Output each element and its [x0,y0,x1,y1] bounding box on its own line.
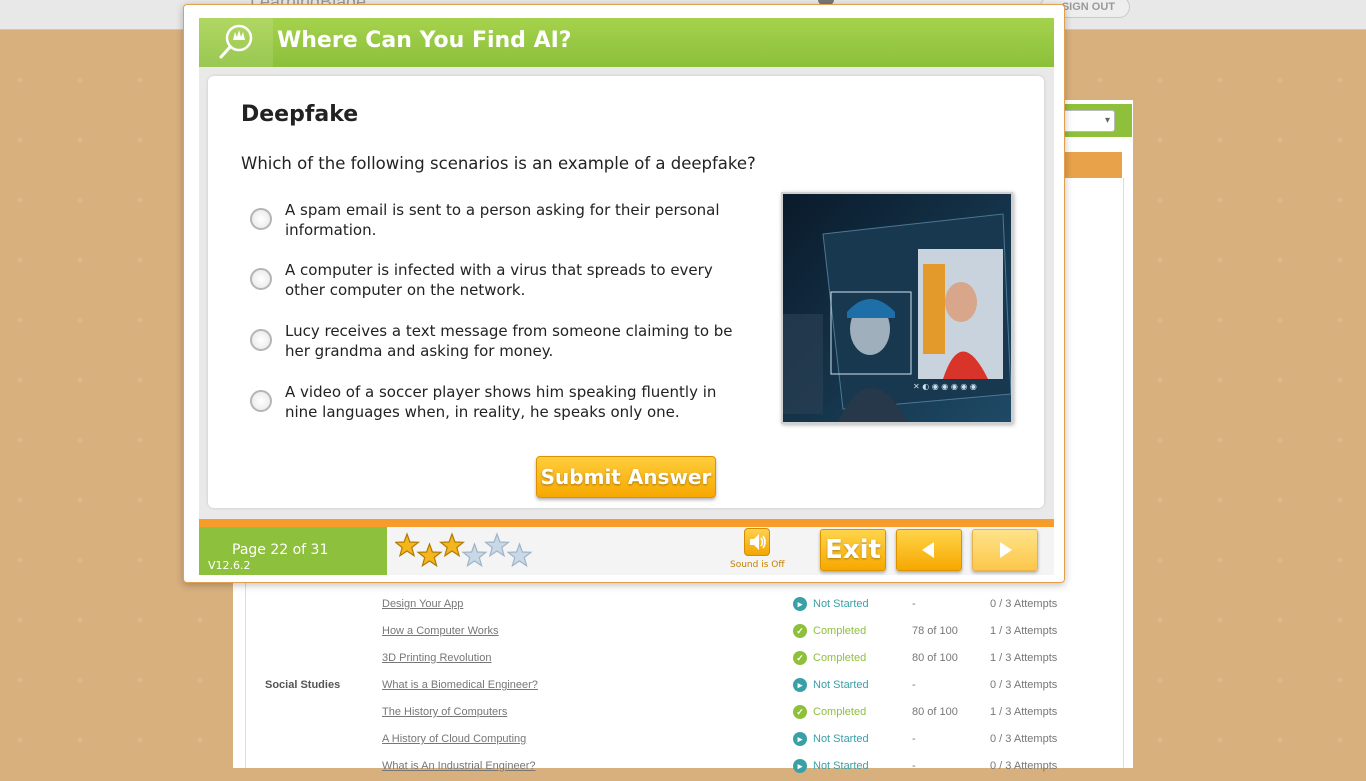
score-label: 78 of 100 [912,625,958,637]
course-link[interactable]: 3D Printing Revolution [382,652,491,664]
course-link[interactable]: How a Computer Works [382,625,499,637]
arrow-left-icon [922,542,934,558]
status-label: Not Started [813,598,869,610]
star-empty-icon [461,542,488,568]
previous-page-button[interactable] [896,529,962,571]
lesson-modal: Where Can You Find AI? Deepfake Which of… [183,4,1065,583]
modal-footer: Page 22 of 31 V12.6.2 Sound is Off Exit [199,527,1054,575]
star-filled-icon [395,532,421,558]
score-label: - [912,679,916,691]
deepfake-image: ✕ ◐ ◉ ◉ ◉ ◉ ◉ [781,192,1013,424]
answer-option-4[interactable]: A video of a soccer player shows him spe… [250,382,750,422]
score-label: - [912,598,916,610]
score-label: 80 of 100 [912,706,958,718]
status-label: Completed [813,706,867,718]
play-circle-icon: ▸ [793,678,807,692]
sound-toggle-button[interactable] [744,528,770,556]
submit-answer-button[interactable]: Submit Answer [536,456,716,498]
content-area: Deepfake Which of the following scenario… [199,67,1054,519]
speaker-icon [750,534,766,550]
attempts-label: 1 / 3 Attempts [990,625,1058,637]
answer-label: Lucy receives a text message from someon… [285,322,733,360]
status-label: Not Started [813,760,869,772]
play-circle-icon: ▸ [793,597,807,611]
svg-text:✕ ◐ ◉ ◉ ◉ ◉ ◉: ✕ ◐ ◉ ◉ ◉ ◉ ◉ [913,382,977,391]
course-link[interactable]: What is An Industrial Engineer? [382,760,535,772]
course-link[interactable]: A History of Cloud Computing [382,733,526,745]
course-link[interactable]: What is a Biomedical Engineer? [382,679,538,691]
score-label: - [912,733,916,745]
answer-option-1[interactable]: A spam email is sent to a person asking … [250,200,750,240]
status-label: Completed [813,652,867,664]
play-circle-icon: ▸ [793,732,807,746]
attempts-label: 0 / 3 Attempts [990,598,1058,610]
attempts-label: 1 / 3 Attempts [990,706,1058,718]
subject-label: Social Studies [265,679,341,691]
status-label: Not Started [813,679,869,691]
star-empty-icon [483,532,511,558]
table-row: The History of Computers ✓ Completed 80 of … [245,700,1122,727]
star-filled-icon [416,542,443,568]
score-label: - [912,760,916,772]
table-row: Social Studies What is a Biomedical Engin… [245,673,1122,700]
check-circle-icon: ✓ [793,624,807,638]
table-row: Design Your App ▸ Not Started - 0 / 3 Attemp… [245,592,1122,619]
status-label: Not Started [813,733,869,745]
question-card: Deepfake Which of the following scenario… [208,76,1044,508]
answer-option-3[interactable]: Lucy receives a text message from someon… [250,321,750,361]
radio-button[interactable] [250,329,272,351]
page-indicator: Page 22 of 31 V12.6.2 [199,527,387,575]
answer-label: A video of a soccer player shows him spe… [285,383,717,421]
lesson-title: Where Can You Find AI? [277,28,572,53]
radio-button[interactable] [250,208,272,230]
question-title: Deepfake [241,102,359,127]
score-label: 80 of 100 [912,652,958,664]
radio-button[interactable] [250,268,272,290]
rating-stars [395,532,533,568]
attempts-label: 0 / 3 Attempts [990,679,1058,691]
attempts-label: 1 / 3 Attempts [990,652,1058,664]
star-filled-icon [438,532,466,558]
question-text: Which of the following scenarios is an e… [241,154,756,173]
status-label: Completed [813,625,867,637]
course-link[interactable]: The History of Computers [382,706,507,718]
filter-select[interactable]: ▾ [1060,110,1115,132]
radio-button[interactable] [250,390,272,412]
magnifier-leaf-icon [199,18,273,67]
progress-strip [199,519,1054,527]
attempts-label: 0 / 3 Attempts [990,733,1058,745]
star-empty-icon [506,542,533,568]
exit-button[interactable]: Exit [820,529,886,571]
check-circle-icon: ✓ [793,651,807,665]
arrow-right-icon [1000,542,1012,558]
answer-option-2[interactable]: A computer is infected with a virus that… [250,260,750,300]
page-number: Page 22 of 31 [232,542,329,558]
next-page-button[interactable] [972,529,1038,571]
answer-label: A computer is infected with a virus that… [285,261,713,299]
check-circle-icon: ✓ [793,705,807,719]
course-link[interactable]: Design Your App [382,598,463,610]
modal-header: Where Can You Find AI? [199,18,1054,68]
table-row: How a Computer Works ✓ Completed 78 of 100 1… [245,619,1122,646]
table-row: A History of Cloud Computing ▸ Not Started… [245,727,1122,754]
answer-label: A spam email is sent to a person asking … [285,201,720,239]
sound-status: Sound is Off [730,560,785,570]
play-circle-icon: ▸ [793,759,807,773]
version-label: V12.6.2 [208,559,251,572]
attempts-label: 0 / 3 Attempts [990,760,1058,772]
table-row: 3D Printing Revolution ✓ Completed 80 of 10… [245,646,1122,673]
